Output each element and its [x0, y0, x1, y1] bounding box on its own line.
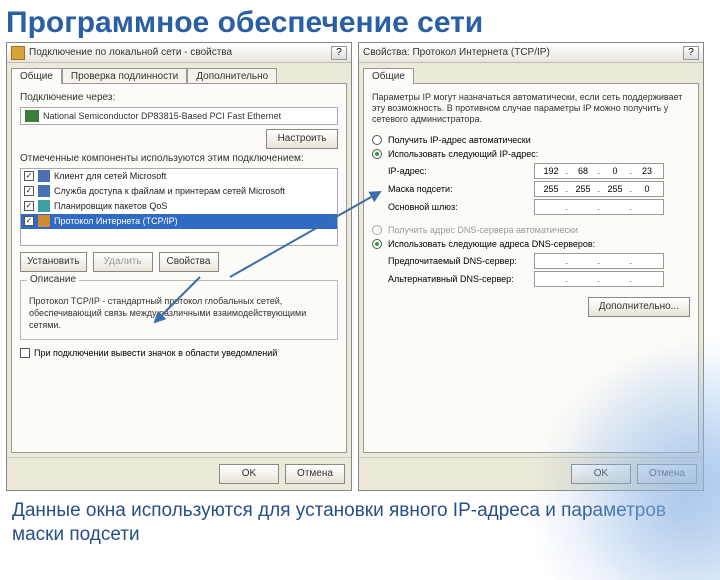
tcpip-properties-window: Свойства: Протокол Интернета (TCP/IP) ? … — [358, 42, 704, 491]
checkbox-icon[interactable]: ✓ — [24, 216, 34, 226]
description-group: Описание Протокол TCP/IP - стандартный п… — [20, 280, 338, 340]
list-item[interactable]: ✓ Служба доступа к файлам и принтерам се… — [21, 184, 337, 199]
gateway-label: Основной шлюз: — [388, 202, 528, 212]
checkbox-icon[interactable]: ✓ — [24, 186, 34, 196]
radio-auto-ip-label: Получить IP-адрес автоматически — [388, 135, 531, 145]
mask-label: Маска подсети: — [388, 184, 528, 194]
cancel-button[interactable]: Отмена — [285, 464, 345, 484]
titlebar-text: Подключение по локальной сети - свойства — [29, 47, 327, 58]
configure-button[interactable]: Настроить — [266, 129, 338, 149]
titlebar-right[interactable]: Свойства: Протокол Интернета (TCP/IP) ? — [359, 43, 703, 63]
qos-icon — [38, 200, 50, 212]
adapter-icon — [25, 110, 39, 122]
ip-seg[interactable]: 68 — [567, 164, 599, 178]
ip-seg[interactable]: 23 — [631, 164, 663, 178]
lan-connection-properties-window: Подключение по локальной сети - свойства… — [6, 42, 352, 491]
ip-seg[interactable] — [535, 200, 567, 214]
tab-advanced[interactable]: Дополнительно — [187, 68, 277, 84]
ip-seg[interactable] — [599, 272, 631, 286]
cancel-button[interactable]: Отмена — [637, 464, 697, 484]
description-text: Протокол TCP/IP - стандартный протокол г… — [29, 295, 329, 331]
list-item-label: Клиент для сетей Microsoft — [54, 171, 166, 181]
properties-button[interactable]: Свойства — [159, 252, 219, 272]
description-legend: Описание — [27, 274, 79, 285]
slide-title: Программное обеспечение сети — [0, 0, 720, 42]
tab-general[interactable]: Общие — [11, 68, 62, 84]
ip-seg[interactable]: 255 — [599, 182, 631, 196]
ip-seg[interactable]: 0 — [599, 164, 631, 178]
mask-input[interactable]: 255 255 255 0 — [534, 181, 664, 197]
ip-seg[interactable]: 255 — [567, 182, 599, 196]
list-item[interactable]: ✓ Протокол Интернета (TCP/IP) — [21, 214, 337, 229]
titlebar-left[interactable]: Подключение по локальной сети - свойства… — [7, 43, 351, 63]
list-item-label: Протокол Интернета (TCP/IP) — [54, 216, 178, 226]
install-button[interactable]: Установить — [20, 252, 87, 272]
ip-seg[interactable] — [567, 200, 599, 214]
checkbox-icon[interactable]: ✓ — [24, 171, 34, 181]
notify-label: При подключении вывести значок в области… — [34, 348, 277, 358]
radio-manual-ip[interactable] — [372, 149, 382, 159]
tab-authentication[interactable]: Проверка подлинности — [62, 68, 187, 84]
adapter-field: National Semiconductor DP83815-Based PCI… — [20, 107, 338, 125]
dns2-label: Альтернативный DNS-сервер: — [388, 274, 528, 284]
tab-general[interactable]: Общие — [363, 68, 414, 84]
gateway-input[interactable] — [534, 199, 664, 215]
dns1-label: Предпочитаемый DNS-сервер: — [388, 256, 528, 266]
ip-seg[interactable] — [599, 200, 631, 214]
connect-via-label: Подключение через: — [20, 92, 338, 103]
ip-seg[interactable] — [535, 272, 567, 286]
checkbox-icon[interactable]: ✓ — [24, 201, 34, 211]
dns1-input[interactable] — [534, 253, 664, 269]
components-list[interactable]: ✓ Клиент для сетей Microsoft ✓ Служба до… — [20, 168, 338, 246]
list-item-label: Планировщик пакетов QoS — [54, 201, 167, 211]
titlebar-text: Свойства: Протокол Интернета (TCP/IP) — [363, 47, 679, 58]
radio-auto-dns — [372, 225, 382, 235]
radio-auto-dns-label: Получить адрес DNS-сервера автоматически — [388, 225, 578, 235]
ip-seg[interactable] — [631, 254, 663, 268]
radio-manual-dns[interactable] — [372, 239, 382, 249]
radio-manual-ip-label: Использовать следующий IP-адрес: — [388, 149, 538, 159]
radio-auto-ip[interactable] — [372, 135, 382, 145]
help-button[interactable]: ? — [683, 46, 699, 60]
list-item-label: Служба доступа к файлам и принтерам сете… — [54, 186, 285, 196]
ip-label: IP-адрес: — [388, 166, 528, 176]
advanced-button[interactable]: Дополнительно... — [588, 297, 690, 317]
ip-seg[interactable] — [631, 272, 663, 286]
adapter-name: National Semiconductor DP83815-Based PCI… — [43, 111, 281, 121]
help-button[interactable]: ? — [331, 46, 347, 60]
ip-input[interactable]: 192 68 0 23 — [534, 163, 664, 179]
ok-button[interactable]: OK — [571, 464, 631, 484]
components-label: Отмеченные компоненты используются этим … — [20, 153, 338, 164]
intro-text: Параметры IP могут назначаться автоматич… — [372, 92, 690, 125]
ip-seg[interactable]: 255 — [535, 182, 567, 196]
list-item[interactable]: ✓ Клиент для сетей Microsoft — [21, 169, 337, 184]
ok-button[interactable]: OK — [219, 464, 279, 484]
remove-button: Удалить — [93, 252, 153, 272]
ip-seg[interactable] — [567, 272, 599, 286]
ip-seg[interactable] — [535, 254, 567, 268]
slide-caption: Данные окна используются для установки я… — [0, 491, 720, 547]
ip-seg[interactable]: 192 — [535, 164, 567, 178]
ip-seg[interactable] — [567, 254, 599, 268]
ip-seg[interactable]: 0 — [631, 182, 663, 196]
tcpip-icon — [38, 215, 50, 227]
client-icon — [38, 170, 50, 182]
window-icon — [11, 46, 25, 60]
service-icon — [38, 185, 50, 197]
notify-checkbox[interactable] — [20, 348, 30, 358]
ip-seg[interactable] — [599, 254, 631, 268]
dns2-input[interactable] — [534, 271, 664, 287]
list-item[interactable]: ✓ Планировщик пакетов QoS — [21, 199, 337, 214]
ip-seg[interactable] — [631, 200, 663, 214]
radio-manual-dns-label: Использовать следующие адреса DNS-сервер… — [388, 239, 595, 249]
